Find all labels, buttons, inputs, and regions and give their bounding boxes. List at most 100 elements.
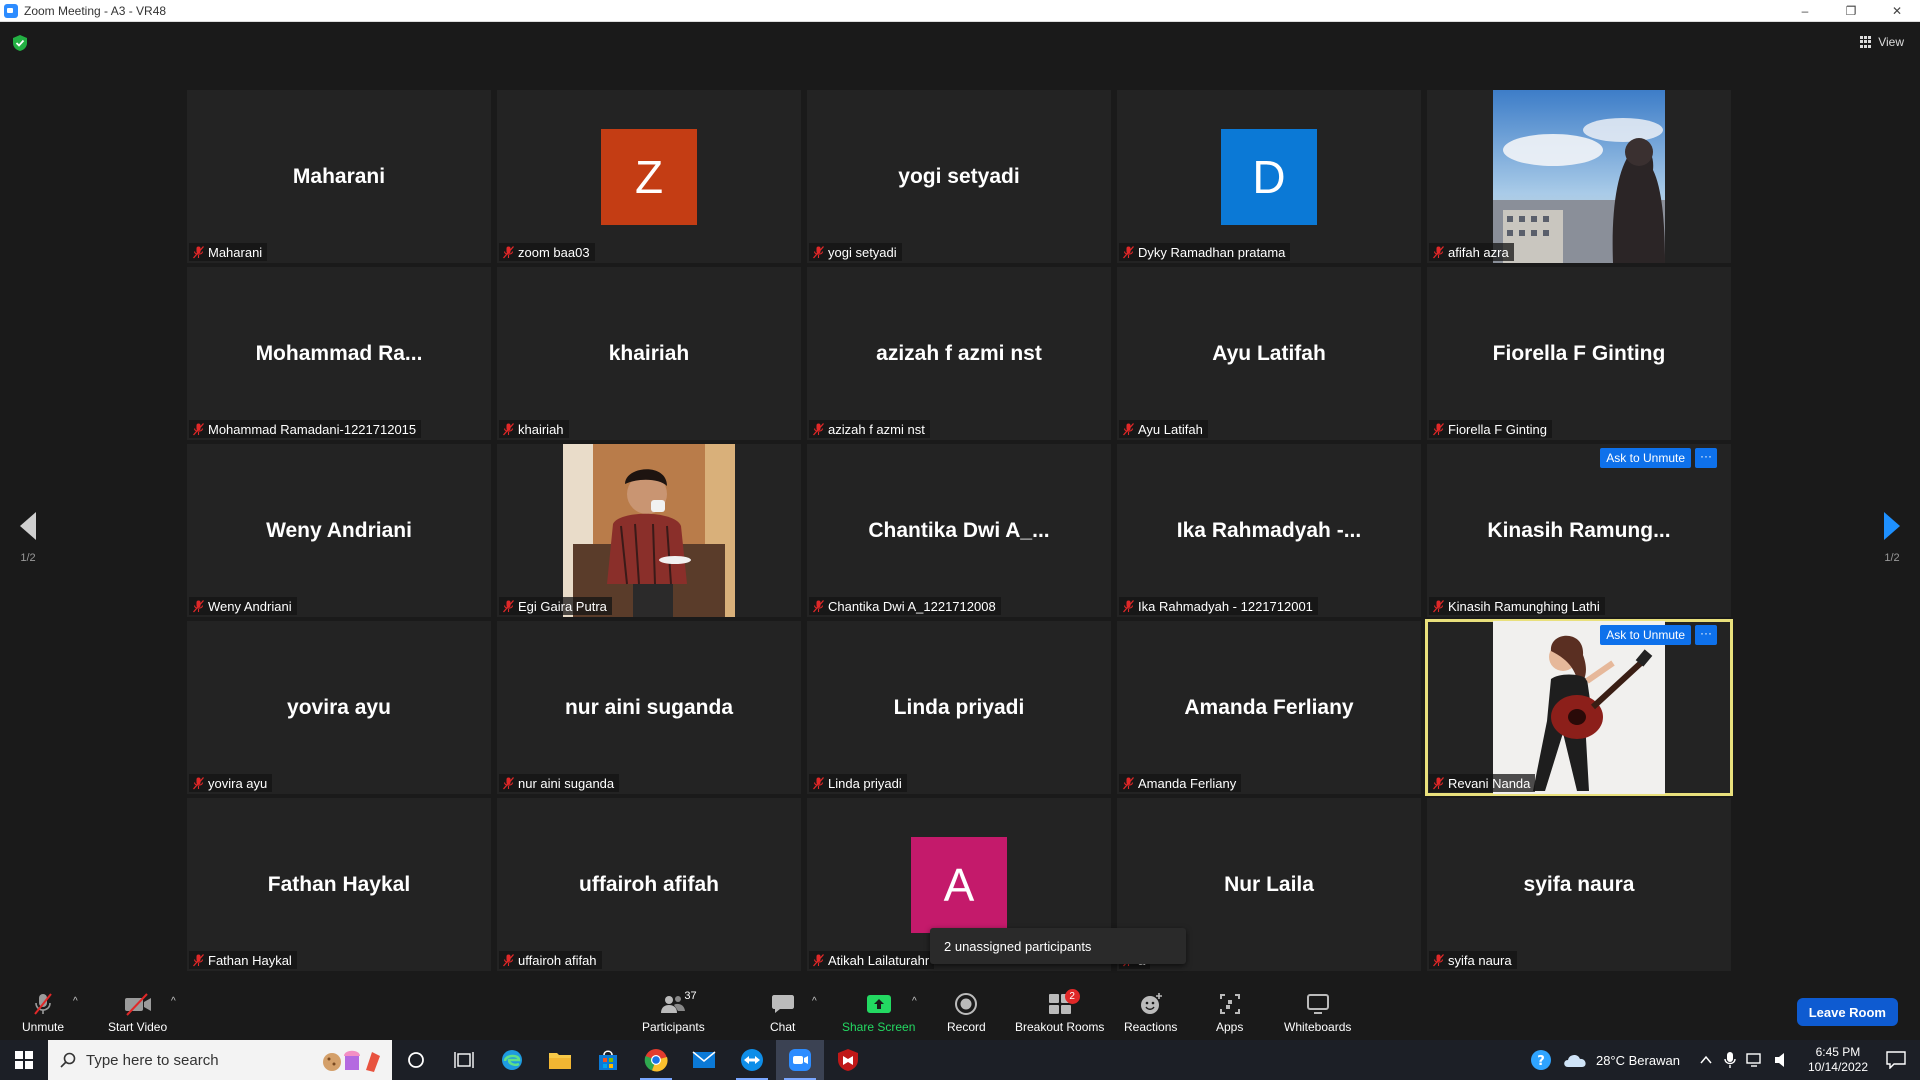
video-options-caret-icon[interactable]: ^ bbox=[171, 996, 176, 1007]
share-screen-button[interactable]: Share Screen bbox=[842, 992, 915, 1034]
muted-mic-icon bbox=[503, 245, 514, 258]
participant-tile[interactable]: Ika Rahmadyah -... Ika Rahmadyah - 122171… bbox=[1117, 444, 1421, 617]
participant-tile[interactable]: Zzoom baa03 bbox=[497, 90, 801, 263]
participant-tile[interactable]: Kinasih Ramung... Ask to Unmute ··· Kina… bbox=[1427, 444, 1731, 617]
search-icon bbox=[60, 1052, 76, 1068]
participant-tile[interactable]: Ask to Unmute ··· Revani Nanda bbox=[1425, 619, 1733, 796]
taskbar-teamviewer[interactable] bbox=[728, 1040, 776, 1080]
view-button[interactable]: View bbox=[1860, 32, 1904, 52]
participants-button[interactable]: 37 Participants bbox=[642, 990, 705, 1034]
record-button[interactable]: Record bbox=[947, 992, 986, 1034]
participant-tile[interactable]: khairiah khairiah bbox=[497, 267, 801, 440]
taskbar-search-box[interactable]: Type here to search bbox=[48, 1040, 392, 1080]
unmute-label: Unmute bbox=[22, 1020, 65, 1034]
window-title: Zoom Meeting - A3 - VR48 bbox=[24, 3, 167, 18]
participant-name-label: Ayu Latifah bbox=[1119, 420, 1208, 438]
participant-tile[interactable]: yovira ayu yovira ayu bbox=[187, 621, 491, 794]
microphone-icon[interactable] bbox=[1724, 1051, 1736, 1069]
participant-tile[interactable]: syifa naura syifa naura bbox=[1427, 798, 1731, 971]
apps-label: Apps bbox=[1216, 1020, 1244, 1034]
participant-avatar: D bbox=[1221, 128, 1317, 225]
participant-gallery: Maharani Maharani Zzoom baa03 yogi setyadi y… bbox=[187, 90, 1735, 971]
network-icon[interactable] bbox=[1746, 1052, 1764, 1068]
taskbar-clock[interactable]: 6:45 PM 10/14/2022 bbox=[1808, 1045, 1868, 1075]
taskbar-chrome[interactable] bbox=[632, 1040, 680, 1080]
volume-icon[interactable] bbox=[1774, 1052, 1790, 1068]
taskbar-mcafee[interactable] bbox=[824, 1040, 872, 1080]
muted-mic-icon bbox=[193, 422, 204, 435]
participant-tile[interactable]: Maharani Maharani bbox=[187, 90, 491, 263]
participant-tile[interactable]: uffairoh afifah uffairoh afifah bbox=[497, 798, 801, 971]
page-indicator-left: 1/2 bbox=[20, 552, 36, 564]
ask-to-unmute-button[interactable]: Ask to Unmute bbox=[1600, 448, 1691, 468]
participant-name: Kinasih Ramunghing Lathi bbox=[1448, 598, 1600, 614]
restore-button[interactable]: ❐ bbox=[1828, 0, 1874, 22]
participant-name-label: Linda priyadi bbox=[809, 774, 907, 792]
participant-tile[interactable]: Fiorella F Ginting Fiorella F Ginting bbox=[1427, 267, 1731, 440]
participant-tile[interactable]: Fathan Haykal Fathan Haykal bbox=[187, 798, 491, 971]
start-button[interactable] bbox=[0, 1040, 48, 1080]
unmute-button[interactable]: Unmute bbox=[22, 992, 64, 1034]
chat-options-caret-icon[interactable]: ^ bbox=[812, 996, 817, 1007]
reactions-button[interactable]: Reactions bbox=[1124, 992, 1177, 1034]
record-label: Record bbox=[947, 1020, 986, 1034]
whiteboards-button[interactable]: Whiteboards bbox=[1284, 992, 1351, 1034]
chat-button[interactable]: Chat bbox=[770, 992, 795, 1034]
more-options-button[interactable]: ··· bbox=[1695, 625, 1717, 645]
start-video-button[interactable]: Start Video bbox=[108, 992, 167, 1034]
muted-mic-icon bbox=[1433, 776, 1444, 789]
taskbar-store[interactable] bbox=[584, 1040, 632, 1080]
participant-tile[interactable]: Ayu Latifah Ayu Latifah bbox=[1117, 267, 1421, 440]
audio-options-caret-icon[interactable]: ^ bbox=[73, 996, 78, 1007]
participants-icon bbox=[661, 996, 686, 1013]
taskbar-zoom[interactable] bbox=[776, 1040, 824, 1080]
participant-tile[interactable]: yogi setyadi yogi setyadi bbox=[807, 90, 1111, 263]
notifications-icon[interactable] bbox=[1886, 1051, 1906, 1069]
share-options-caret-icon[interactable]: ^ bbox=[912, 996, 917, 1007]
more-options-button[interactable]: ··· bbox=[1695, 448, 1717, 468]
muted-mic-icon bbox=[193, 776, 204, 789]
next-page-button[interactable]: 1/2 bbox=[1872, 512, 1912, 572]
previous-page-button[interactable]: 1/2 bbox=[8, 512, 48, 572]
taskbar-edge[interactable] bbox=[488, 1040, 536, 1080]
breakout-rooms-button[interactable]: 2 Breakout Rooms bbox=[1015, 989, 1104, 1034]
participant-tile[interactable]: Chantika Dwi A_... Chantika Dwi A_1221712… bbox=[807, 444, 1111, 617]
arrow-left-icon bbox=[20, 512, 36, 540]
close-button[interactable]: ✕ bbox=[1874, 0, 1920, 22]
participant-name: Dyky Ramadhan pratama bbox=[1138, 244, 1286, 260]
participant-tile[interactable]: nur aini suganda nur aini suganda bbox=[497, 621, 801, 794]
task-view-icon bbox=[454, 1052, 474, 1068]
apps-button[interactable]: Apps bbox=[1216, 992, 1243, 1034]
encryption-shield-icon[interactable] bbox=[12, 34, 28, 52]
grid-icon bbox=[1860, 36, 1872, 48]
cortana-button[interactable] bbox=[392, 1040, 440, 1080]
video-off-icon bbox=[124, 993, 151, 1016]
participant-tile[interactable]: D Dyky Ramadhan pratama bbox=[1117, 90, 1421, 263]
leave-room-button[interactable]: Leave Room bbox=[1796, 998, 1898, 1026]
participant-tile[interactable]: Weny Andriani Weny Andriani bbox=[187, 444, 491, 617]
participant-tile[interactable]: azizah f azmi nst azizah f azmi nst bbox=[807, 267, 1111, 440]
show-hidden-icons-chevron-icon[interactable] bbox=[1700, 1055, 1712, 1065]
task-view-button[interactable] bbox=[440, 1040, 488, 1080]
help-icon[interactable]: ? bbox=[1530, 1049, 1552, 1071]
participant-tile[interactable]: Amanda Ferliany Amanda Ferliany bbox=[1117, 621, 1421, 794]
muted-mic-icon bbox=[1433, 953, 1444, 966]
participant-name-label: Ika Rahmadyah - 1221712001 bbox=[1119, 597, 1318, 615]
participant-name: yogi setyadi bbox=[828, 244, 897, 260]
muted-mic-icon bbox=[813, 776, 824, 789]
chat-label: Chat bbox=[770, 1020, 796, 1034]
participant-tile[interactable]: Mohammad Ra... Mohammad Ramadani-12217120… bbox=[187, 267, 491, 440]
weather-text[interactable]: 28°C Berawan bbox=[1596, 1053, 1680, 1068]
participant-tile[interactable]: Egi Gaira Putra bbox=[497, 444, 801, 617]
participant-name: nur aini suganda bbox=[518, 775, 615, 791]
muted-mic-icon bbox=[503, 776, 514, 789]
clock-time: 6:45 PM bbox=[1815, 1045, 1861, 1059]
participant-tile[interactable]: Linda priyadi Linda priyadi bbox=[807, 621, 1111, 794]
taskbar-mail[interactable] bbox=[680, 1040, 728, 1080]
participant-display-name: syifa naura bbox=[1523, 872, 1635, 896]
taskbar-file-explorer[interactable] bbox=[536, 1040, 584, 1080]
ask-to-unmute-button[interactable]: Ask to Unmute bbox=[1600, 625, 1691, 645]
participant-tile[interactable]: afifah azra bbox=[1427, 90, 1731, 263]
participant-video bbox=[563, 444, 735, 617]
minimize-button[interactable]: – bbox=[1782, 0, 1828, 22]
